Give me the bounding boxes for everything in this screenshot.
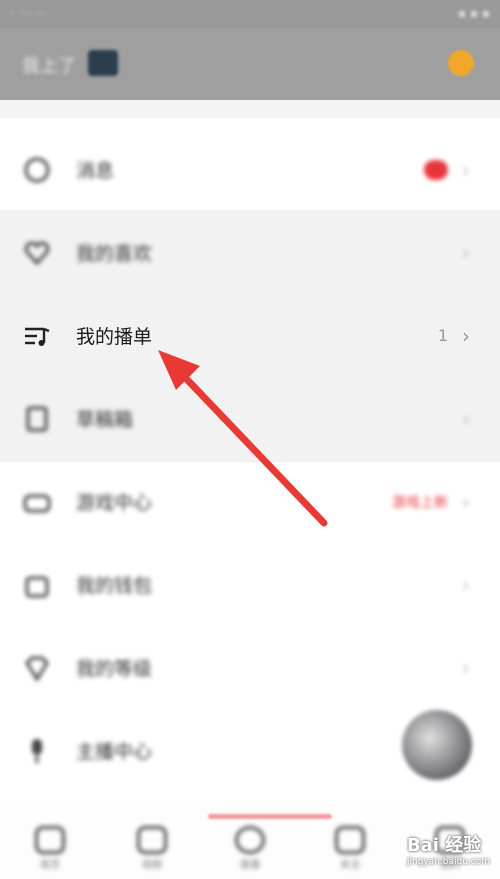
- message-icon: [22, 155, 52, 185]
- menu-label: 草稿箱: [76, 409, 134, 431]
- menu-item-wallet[interactable]: 我的钱包 ›: [0, 543, 500, 626]
- menu-item-my-playlists[interactable]: 我的播单 1 ›: [0, 294, 500, 377]
- playlist-icon: [22, 321, 52, 351]
- chevron-right-icon: ›: [462, 406, 470, 431]
- menu-label: 游戏中心: [76, 492, 153, 514]
- bottom-tab-bar: 首页 视频 直播 关注 我的 Bai 经验 jingyan.baidu.com: [0, 800, 500, 879]
- menu-item-level[interactable]: 我的等级 ›: [0, 626, 500, 709]
- chevron-right-icon: ›: [462, 489, 470, 514]
- menu-item-messages[interactable]: 消息 ›: [0, 128, 500, 211]
- mic-icon: [22, 736, 52, 766]
- chevron-right-icon: ›: [462, 323, 470, 348]
- draft-icon: [22, 404, 52, 434]
- tab-video[interactable]: 视频: [122, 826, 182, 876]
- star-icon: [335, 826, 365, 854]
- profile-header: 我上了: [0, 28, 500, 100]
- video-icon: [137, 826, 167, 854]
- menu-label: 我的播单: [76, 326, 153, 348]
- unread-badge: [424, 159, 448, 180]
- menu-item-likes[interactable]: 我的喜欢 ›: [0, 211, 500, 294]
- tab-home[interactable]: 首页: [20, 826, 80, 876]
- menu-label: 我的钱包: [76, 575, 153, 597]
- menu-item-drafts[interactable]: 草稿箱 ›: [0, 377, 500, 460]
- live-icon: [235, 826, 265, 854]
- tab-live[interactable]: 直播: [220, 826, 280, 876]
- tab-follow[interactable]: 关注: [320, 826, 380, 876]
- coin-icon[interactable]: [448, 50, 474, 76]
- home-icon: [35, 826, 65, 854]
- section-divider: [0, 100, 500, 118]
- floating-player-avatar[interactable]: [402, 710, 472, 780]
- menu-item-game-center[interactable]: 游戏中心 游戏上新 ›: [0, 460, 500, 543]
- menu-label: 我的喜欢: [76, 243, 153, 265]
- heart-icon: [22, 238, 52, 268]
- level-icon: [22, 653, 52, 683]
- chevron-right-icon: ›: [462, 655, 470, 680]
- chevron-right-icon: ›: [462, 572, 470, 597]
- user-avatar[interactable]: [88, 50, 118, 76]
- wallet-icon: [22, 570, 52, 600]
- chevron-right-icon: ›: [462, 157, 470, 182]
- username[interactable]: 我上了: [22, 52, 76, 78]
- menu-label: 消息: [76, 160, 115, 182]
- status-bar: ·· ··· ··· ▪ ▪ ▪: [0, 0, 500, 28]
- chevron-right-icon: ›: [462, 240, 470, 265]
- menu-label: 主播中心: [76, 741, 153, 763]
- status-left: ·· ··· ···: [8, 6, 47, 20]
- status-right: ▪ ▪ ▪: [457, 6, 490, 20]
- game-new-tag: 游戏上新: [392, 494, 448, 511]
- menu-label: 我的等级: [76, 658, 153, 680]
- playlist-count: 1: [437, 326, 448, 345]
- baidu-jingyan-watermark: Bai 经验 jingyan.baidu.com: [406, 835, 490, 867]
- game-icon: [22, 487, 52, 517]
- playback-indicator: [208, 814, 332, 819]
